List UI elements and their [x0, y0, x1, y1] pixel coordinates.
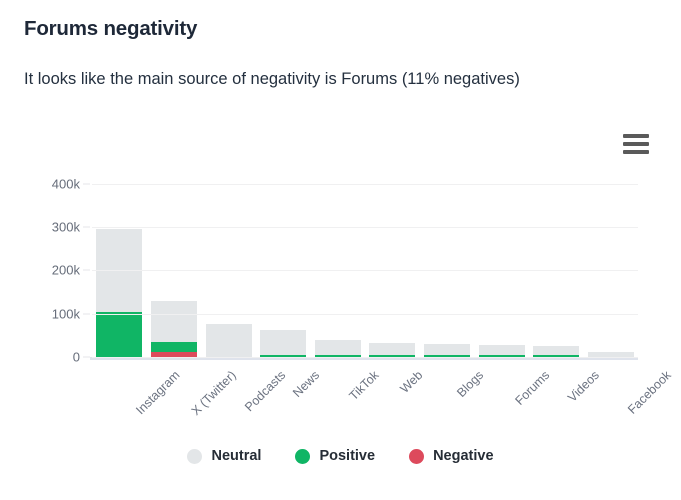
legend-item-negative[interactable]: Negative: [409, 448, 493, 464]
y-gridline: [92, 184, 638, 185]
y-tick-mark: [83, 227, 90, 228]
bar-segment-neutral[interactable]: [206, 324, 252, 357]
bar-group[interactable]: [369, 343, 415, 357]
bar-group[interactable]: [206, 324, 252, 357]
x-axis-labels: InstagramX (Twitter)PodcastsNews TikTok We…: [92, 360, 638, 430]
x-axis-label: News: [290, 368, 322, 400]
bar-group[interactable]: [424, 344, 470, 357]
y-axis-tick-label: 400k: [52, 176, 80, 191]
y-axis-tick-label: 300k: [52, 220, 80, 235]
y-tick-mark: [83, 183, 90, 184]
bar-segment-neutral[interactable]: [151, 301, 197, 343]
bar-group[interactable]: [96, 229, 142, 357]
y-gridline: [92, 314, 638, 315]
y-axis-tick-label: 100k: [52, 306, 80, 321]
x-axis-label: Forums: [512, 368, 552, 408]
chart-plot-area: 0100k200k300k400k InstagramX (Twitter)Po…: [0, 0, 681, 500]
x-axis-label: X (Twitter): [189, 368, 239, 418]
bar-group[interactable]: [533, 346, 579, 357]
y-tick-mark: [83, 313, 90, 314]
x-axis-label: Instagram: [134, 368, 183, 417]
x-axis-label: Videos: [565, 368, 602, 405]
x-axis-label: Blogs: [454, 368, 486, 400]
chart-card: Forums negativity It looks like the main…: [0, 0, 681, 500]
legend-label: Neutral: [211, 448, 261, 464]
plot-inner: 0100k200k300k400k: [92, 175, 638, 357]
bar-segment-neutral[interactable]: [479, 345, 525, 355]
legend-item-positive[interactable]: Positive: [295, 448, 375, 464]
y-axis-tick-label: 200k: [52, 263, 80, 278]
y-axis-tick-label: 0: [73, 350, 80, 365]
bar-series-container: [92, 175, 638, 357]
y-tick-mark: [83, 270, 90, 271]
bar-segment-positive[interactable]: [96, 312, 142, 358]
y-gridline: [92, 227, 638, 228]
x-axis-label: Facebook: [625, 368, 674, 417]
legend-label: Positive: [319, 448, 375, 464]
legend-label: Negative: [433, 448, 493, 464]
bar-segment-neutral[interactable]: [260, 330, 306, 355]
legend-color-swatch: [409, 449, 424, 464]
legend-color-swatch: [295, 449, 310, 464]
bar-segment-neutral[interactable]: [424, 344, 470, 355]
bar-group[interactable]: [315, 340, 361, 357]
bar-segment-neutral[interactable]: [369, 343, 415, 355]
legend-item-neutral[interactable]: Neutral: [187, 448, 261, 464]
x-axis-label: Web: [398, 368, 426, 396]
bar-group[interactable]: [260, 330, 306, 357]
bar-segment-neutral[interactable]: [315, 340, 361, 355]
chart-legend: Neutral Positive Negative: [0, 448, 681, 464]
legend-color-swatch: [187, 449, 202, 464]
y-gridline: [92, 270, 638, 271]
bar-segment-positive[interactable]: [151, 342, 197, 352]
y-gridline: [92, 357, 638, 358]
bar-segment-neutral[interactable]: [533, 346, 579, 355]
bar-group[interactable]: [479, 345, 525, 357]
x-axis-label: Podcasts: [242, 368, 288, 414]
bar-group[interactable]: [151, 301, 197, 357]
y-tick-mark: [83, 357, 90, 358]
x-axis-label: TikTok: [346, 368, 381, 403]
